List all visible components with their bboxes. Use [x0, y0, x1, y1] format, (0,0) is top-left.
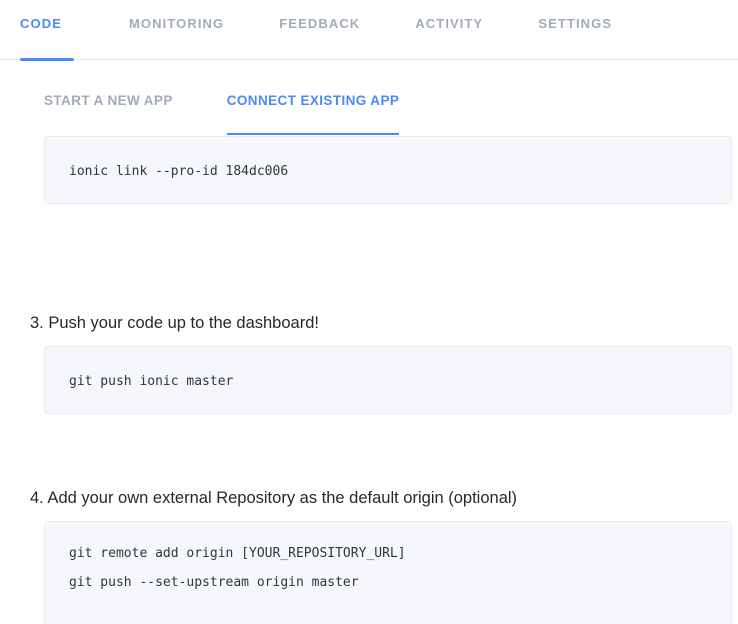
tab-activity[interactable]: ACTIVITY [415, 0, 483, 60]
main-tab-bar: CODE MONITORING FEEDBACK ACTIVITY SETTIN… [0, 0, 738, 61]
tab-settings[interactable]: SETTINGS [538, 0, 612, 60]
tab-start-new-app[interactable]: START A NEW APP [44, 93, 173, 135]
git-push-code-block[interactable]: git push ionic master [44, 346, 732, 414]
tab-code[interactable]: CODE [20, 0, 74, 61]
code-line: git remote add origin [YOUR_REPOSITORY_U… [69, 546, 406, 561]
git-remote-code-block[interactable]: git remote add origin [YOUR_REPOSITORY_U… [44, 521, 732, 624]
app-setup-tab-bar: START A NEW APP CONNECT EXISTING APP [44, 93, 399, 135]
step-3-heading: 3. Push your code up to the dashboard! [30, 314, 319, 332]
code-line: ionic link --pro-id 184dc006 [69, 164, 289, 179]
step-4-heading: 4. Add your own external Repository as t… [30, 489, 518, 507]
tab-connect-existing-app[interactable]: CONNECT EXISTING APP [226, 93, 400, 135]
ionic-link-code-block[interactable]: ionic link --pro-id 184dc006 [44, 136, 732, 204]
code-line: git push ionic master [69, 374, 234, 389]
tab-monitoring[interactable]: MONITORING [129, 0, 224, 60]
code-line: git push --set-upstream origin master [69, 575, 359, 590]
tab-feedback[interactable]: FEEDBACK [279, 0, 360, 60]
